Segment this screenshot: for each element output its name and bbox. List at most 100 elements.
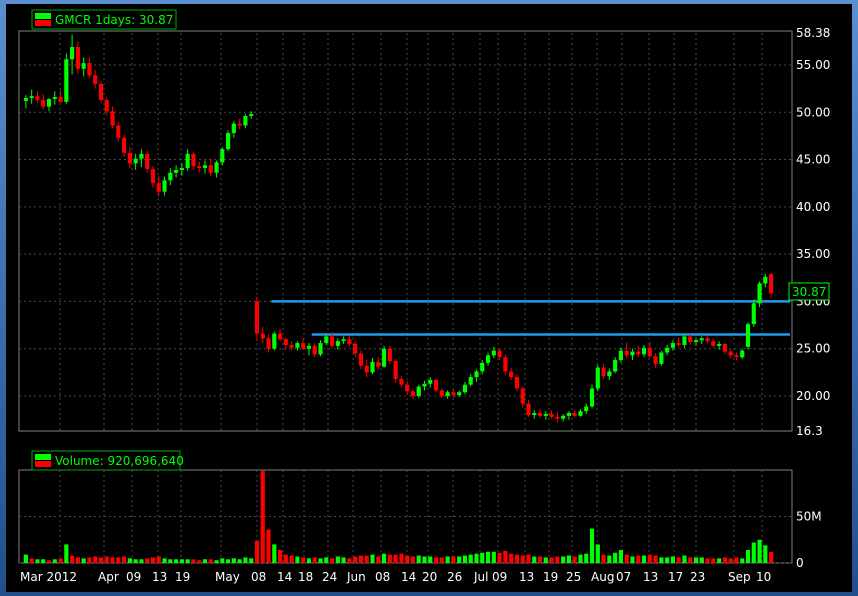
candle — [312, 343, 317, 358]
candle — [445, 390, 450, 399]
candle-body — [665, 347, 670, 353]
candle — [387, 345, 392, 364]
volume-bar — [312, 557, 317, 563]
volume-bar — [179, 559, 184, 563]
date-tick-label: 26 — [447, 570, 462, 584]
candle-body — [451, 392, 456, 396]
candle-body — [208, 165, 213, 173]
candle-body — [358, 353, 364, 366]
candle — [376, 357, 381, 370]
candle — [601, 363, 606, 379]
candle — [139, 149, 144, 168]
candle-body — [480, 362, 485, 372]
price-tick-label: 58.38 — [796, 26, 830, 40]
candle — [145, 151, 150, 173]
volume-bar — [630, 556, 635, 563]
volume-bar — [393, 554, 398, 563]
volume-bar — [607, 555, 612, 563]
candle — [532, 410, 537, 419]
candle-body — [306, 345, 312, 349]
candle — [630, 348, 635, 361]
volume-bar — [162, 558, 167, 563]
candle — [676, 337, 681, 347]
candle — [301, 338, 306, 350]
candle — [260, 326, 265, 344]
volume-bar — [353, 556, 358, 563]
candle-body — [139, 153, 144, 159]
candle-body — [387, 348, 392, 362]
candle-body — [353, 343, 358, 354]
candle — [226, 130, 231, 152]
candle — [468, 374, 473, 387]
volume-bar — [757, 539, 762, 563]
volume-bar — [595, 544, 600, 563]
candle — [549, 410, 554, 419]
candle-body — [214, 162, 219, 173]
candle-body — [636, 351, 641, 355]
candle — [474, 369, 479, 382]
volume-bar — [751, 542, 756, 563]
volume-bar — [197, 560, 202, 563]
candle — [428, 377, 433, 388]
candle-body — [578, 411, 583, 416]
candle-body — [468, 377, 473, 385]
candle — [237, 118, 242, 130]
candle — [98, 81, 104, 103]
candlestick-series — [23, 34, 774, 423]
candle-body — [347, 339, 352, 344]
volume-bar — [589, 528, 595, 563]
candle — [399, 376, 404, 388]
date-tick-label: Sep — [728, 570, 751, 584]
candle — [526, 399, 531, 417]
candle — [410, 388, 416, 399]
candle-body — [174, 169, 179, 173]
candle — [405, 380, 410, 396]
candle-body — [226, 133, 231, 150]
volume-bar — [526, 554, 531, 563]
volume-bar — [254, 540, 260, 563]
candle-body — [35, 96, 40, 100]
volume-bar — [641, 555, 647, 563]
candle — [745, 322, 751, 350]
candle-body — [335, 341, 340, 346]
candle — [341, 336, 346, 344]
candle — [699, 336, 704, 344]
volume-bar — [191, 559, 196, 563]
volume-bar — [364, 555, 369, 563]
volume-bar — [410, 556, 416, 563]
candle — [208, 158, 213, 177]
candle-body — [329, 336, 335, 346]
volume-bar — [335, 556, 340, 563]
candle — [58, 90, 63, 103]
volume-bar — [433, 557, 439, 563]
candle-body — [29, 96, 34, 99]
candle-body — [381, 348, 387, 367]
candle-body — [630, 351, 635, 356]
candle — [197, 161, 202, 173]
candle — [624, 343, 629, 359]
candle-body — [318, 343, 323, 355]
candle-body — [312, 345, 317, 355]
candle — [543, 411, 548, 420]
date-tick-label: 19 — [543, 570, 558, 584]
candle-body — [503, 357, 508, 372]
candle — [185, 149, 190, 171]
candle-body — [607, 371, 612, 377]
volume-bar — [699, 557, 704, 563]
volume-bar — [301, 557, 306, 563]
candle — [133, 153, 138, 170]
candle — [618, 347, 623, 363]
volume-bar — [405, 555, 410, 563]
volume-bar — [272, 544, 277, 563]
volume-bar — [601, 554, 606, 563]
candle — [168, 168, 173, 186]
candle — [641, 344, 647, 358]
candle — [584, 403, 589, 414]
candle-body — [81, 63, 86, 69]
candle — [41, 94, 46, 110]
volume-bar — [150, 557, 156, 563]
date-tick-label: 13 — [152, 570, 167, 584]
candle-body — [653, 356, 658, 364]
candle-body — [699, 338, 704, 341]
candle-body — [682, 336, 687, 345]
